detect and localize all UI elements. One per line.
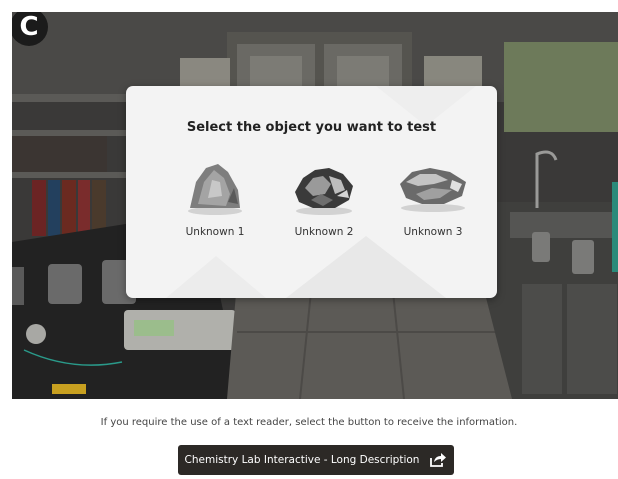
- rock-icon: [188, 164, 242, 215]
- rock-icon: [400, 168, 466, 212]
- long-description-button[interactable]: Chemistry Lab Interactive - Long Descrip…: [178, 445, 454, 475]
- share-arrow-icon: [430, 453, 447, 467]
- object-select-dialog: Select the object you want to test Unkno…: [126, 86, 497, 298]
- dialog-title: Select the object you want to test: [186, 120, 437, 135]
- option-unknown-1[interactable]: Unknown 1: [165, 158, 265, 238]
- option-label: Unknown 1: [185, 226, 245, 238]
- option-unknown-3[interactable]: Unknown 3: [383, 158, 483, 238]
- rock-icon: [295, 168, 353, 215]
- text-reader-instructions: If you require the use of a text reader,…: [100, 417, 518, 428]
- long-description-button-label: Chemistry Lab Interactive - Long Descrip…: [184, 454, 420, 466]
- option-unknown-2[interactable]: Unknown 2: [274, 158, 374, 238]
- option-label: Unknown 3: [403, 226, 463, 238]
- option-label: Unknown 2: [294, 226, 354, 238]
